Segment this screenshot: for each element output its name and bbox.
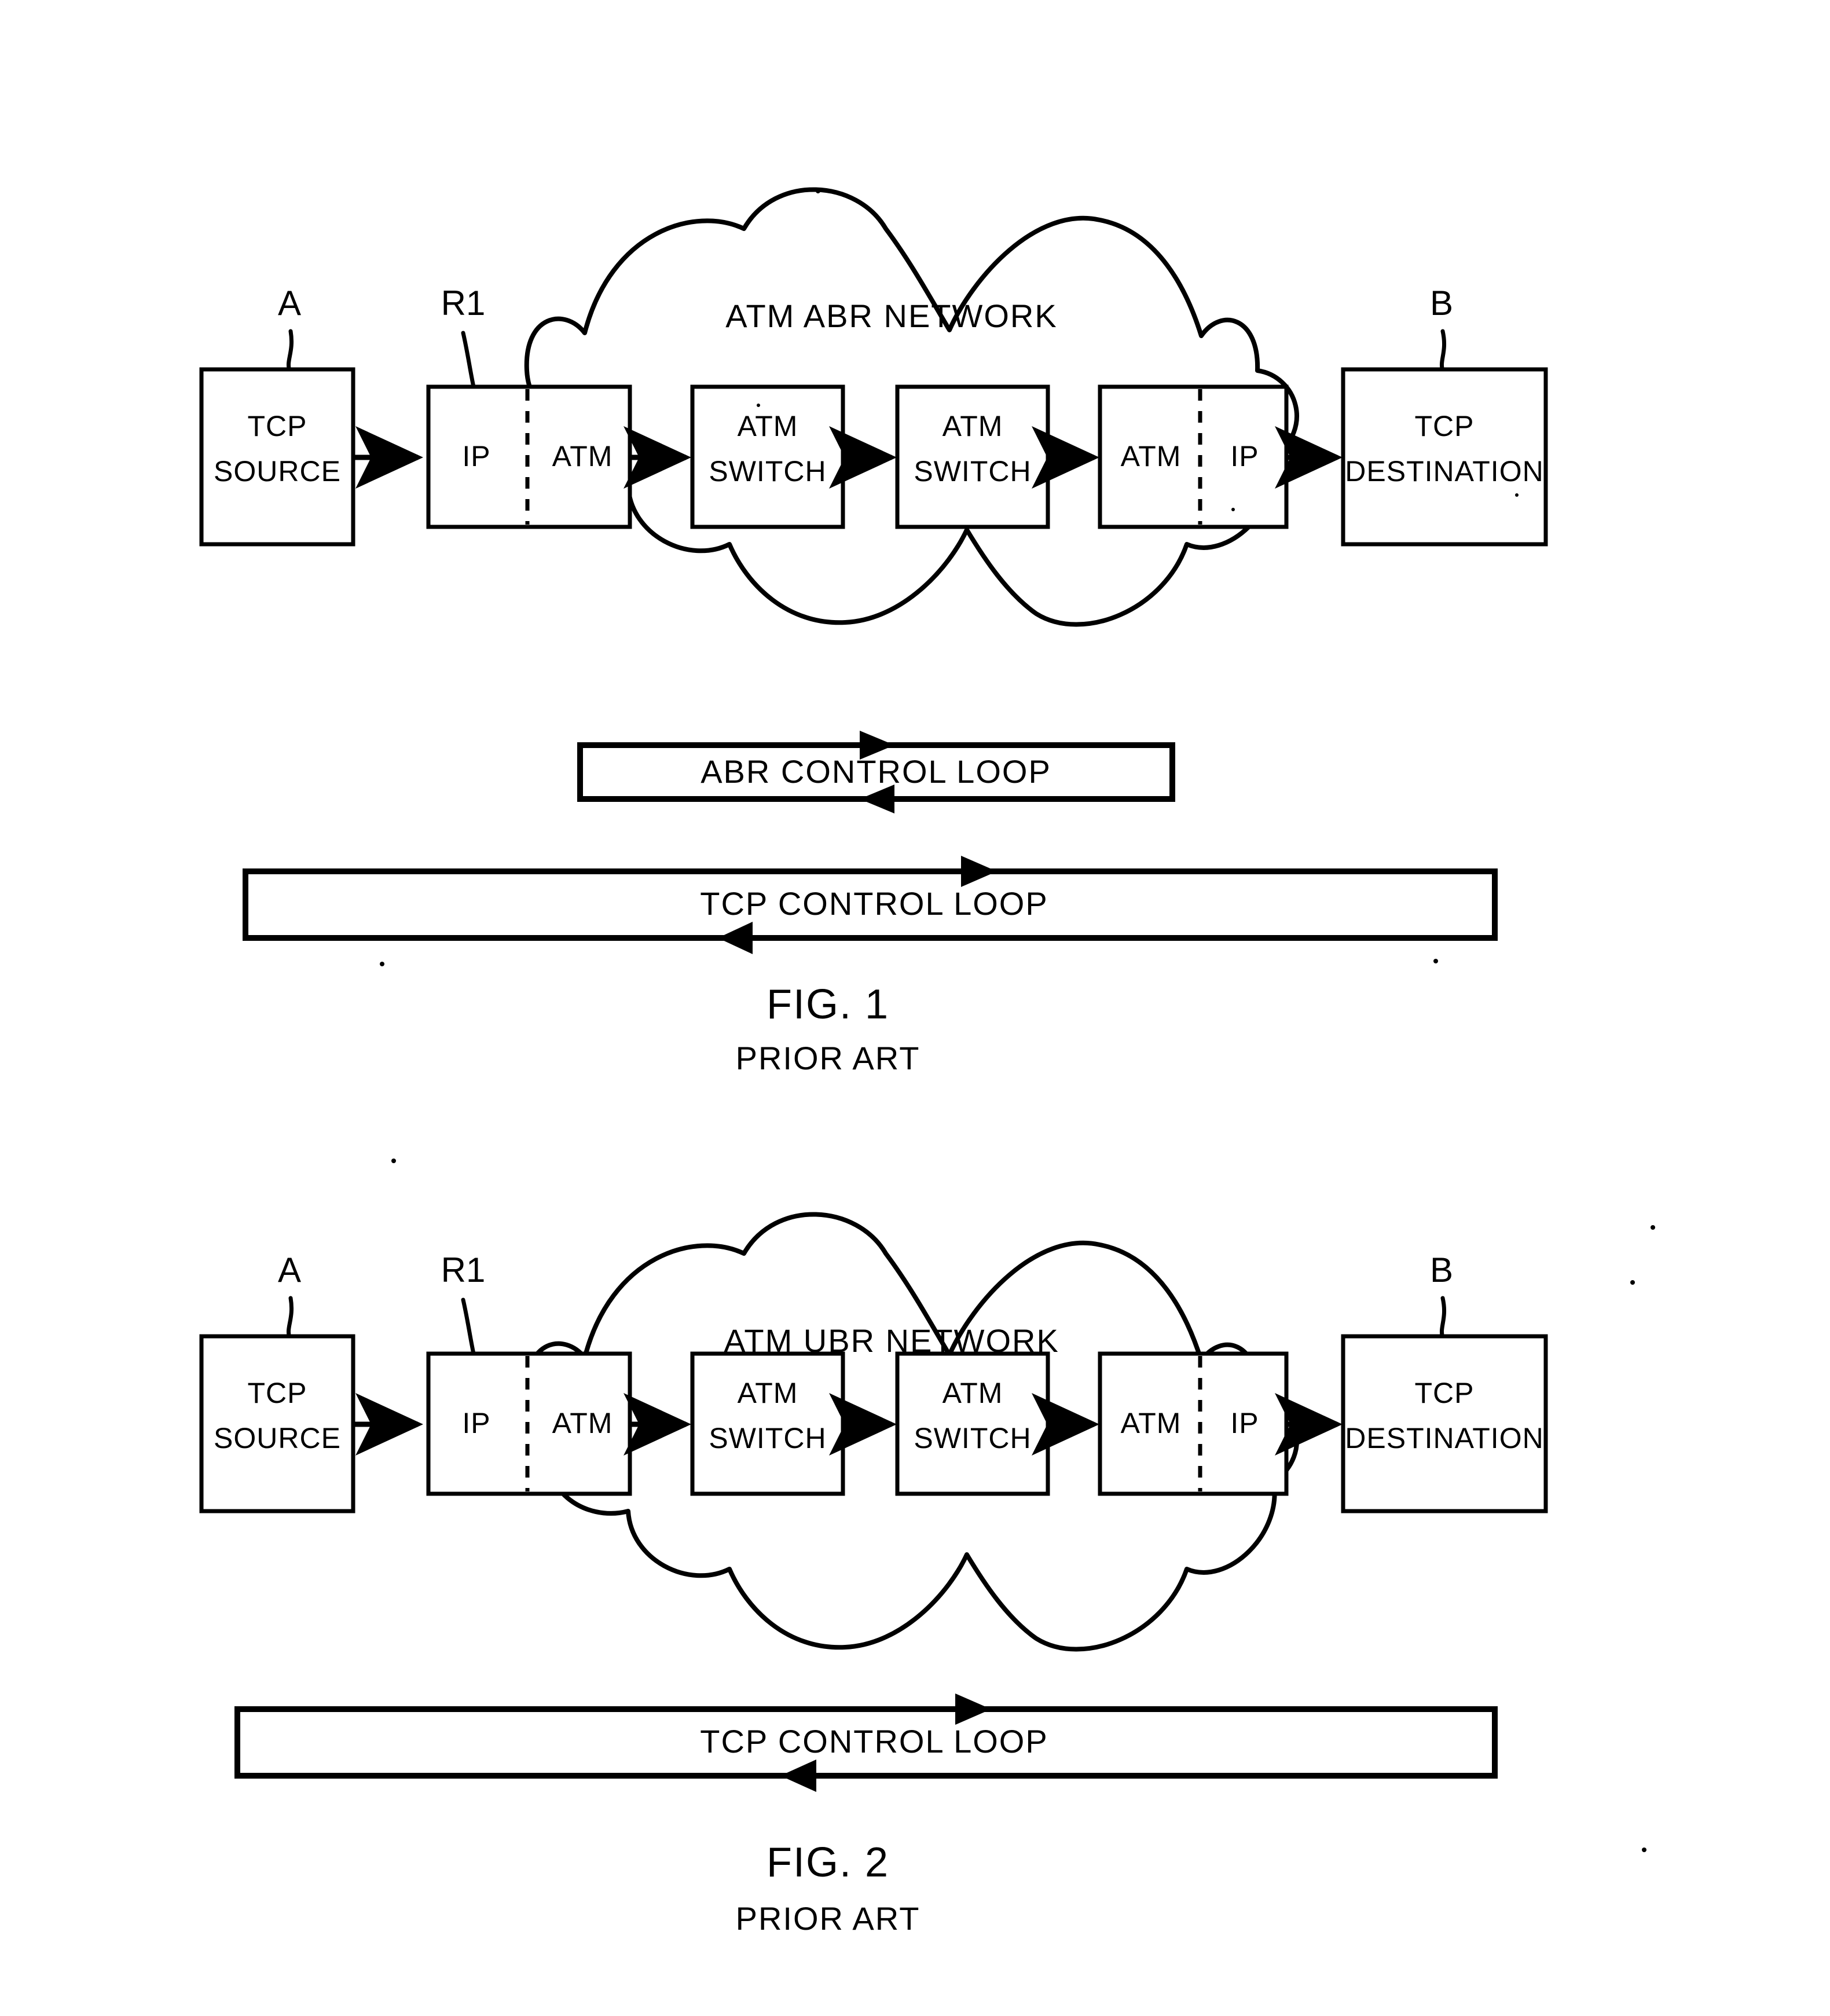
figure-1: ATM ABR NETWORK A R1 B TCP SOURCE IP ATM [199, 187, 1548, 1076]
scan-speck [1433, 959, 1438, 963]
node-label-line-1: TCP [1415, 1377, 1475, 1409]
node-label-line-1: ATM [942, 1377, 1003, 1409]
leader-line-b [1440, 329, 1447, 373]
node-label-line-1: ATM [738, 1377, 798, 1409]
reference-label-a: A [278, 284, 301, 322]
tcp-control-loop-fig2: TCP CONTROL LOOP [234, 1694, 1498, 1792]
node-atm-switch-1: ATM SWITCH [690, 1351, 845, 1496]
figures-canvas: ATM ABR NETWORK A R1 B TCP SOURCE IP ATM [199, 187, 1655, 1937]
node-atm-switch-2: ATM SWITCH [895, 384, 1050, 529]
scan-speck [816, 189, 820, 193]
node-label-line-2: DESTINATION [1345, 1422, 1543, 1454]
node-tcp-destination: TCP DESTINATION [1341, 1334, 1548, 1513]
node-label-line-2: SOURCE [214, 455, 341, 487]
figure-2: ATM UBR NETWORK A R1 B TCP SOURCE IP ATM [199, 1212, 1548, 1937]
scan-speck [1515, 493, 1519, 497]
loop-arrow-left [780, 1760, 816, 1792]
leader-line-r1 [461, 1297, 476, 1356]
node-atm-switch-1: ATM SWITCH [690, 384, 845, 529]
node-label-line-1: TCP [248, 1377, 307, 1409]
node-label-line-1: TCP [1415, 410, 1475, 442]
node-tcp-source: TCP SOURCE [199, 1334, 355, 1513]
loop-arrow-right [961, 856, 997, 887]
node-label-line-2: SWITCH [709, 1422, 826, 1454]
leader-line-r1 [461, 331, 476, 389]
scan-speck [1630, 1280, 1635, 1285]
node-edge-router-ingress: IP ATM [426, 1351, 632, 1496]
node-label-line-2: DESTINATION [1345, 455, 1543, 487]
loop-label: TCP CONTROL LOOP [700, 1723, 1048, 1760]
node-label-line-1: IP [462, 1407, 490, 1439]
figure-caption: FIG. 1 [767, 981, 889, 1028]
figure-subcaption: PRIOR ART [736, 1900, 920, 1937]
reference-label-r1: R1 [441, 284, 486, 322]
leader-line-a [287, 1296, 294, 1340]
patent-drawing-sheet: ATM ABR NETWORK A R1 B TCP SOURCE IP ATM [0, 0, 1830, 2016]
node-tcp-source: TCP SOURCE [199, 367, 355, 547]
node-label-line-2: IP [1230, 1407, 1259, 1439]
node-label-line-2: SWITCH [914, 455, 1031, 487]
abr-control-loop: ABR CONTROL LOOP [577, 731, 1175, 813]
loop-arrow-right [955, 1694, 991, 1725]
reference-label-b: B [1430, 1251, 1453, 1289]
node-label-line-1: ATM [738, 410, 798, 442]
node-label-line-1: ATM [942, 410, 1003, 442]
node-label-line-1: ATM [1121, 1407, 1182, 1439]
node-label-line-2: ATM [552, 440, 613, 472]
scan-speck [380, 962, 384, 966]
scan-speck [1651, 1225, 1655, 1230]
tcp-control-loop-fig1: TCP CONTROL LOOP [243, 856, 1498, 954]
reference-label-r1: R1 [441, 1251, 486, 1289]
scan-speck [391, 1159, 396, 1163]
leader-line-b [1440, 1296, 1447, 1340]
scan-speck [1642, 1848, 1646, 1852]
node-tcp-destination: TCP DESTINATION [1341, 367, 1548, 547]
node-label-line-1: ATM [1121, 440, 1182, 472]
leader-line-a [287, 329, 294, 373]
loop-label: ABR CONTROL LOOP [701, 753, 1051, 790]
loop-arrow-left [718, 922, 753, 954]
node-label-line-2: ATM [552, 1407, 613, 1439]
node-label-line-2: SWITCH [914, 1422, 1031, 1454]
figure-subcaption: PRIOR ART [736, 1040, 920, 1076]
node-label-line-2: IP [1230, 440, 1259, 472]
node-label-line-2: SWITCH [709, 455, 826, 487]
node-label-line-1: IP [462, 440, 490, 472]
reference-label-b: B [1430, 284, 1453, 322]
cloud-label: ATM ABR NETWORK [725, 298, 1057, 334]
node-label-line-1: TCP [248, 410, 307, 442]
scan-speck [757, 404, 760, 407]
loop-label: TCP CONTROL LOOP [700, 885, 1048, 922]
node-label-line-2: SOURCE [214, 1422, 341, 1454]
node-edge-router-egress: ATM IP [1098, 1351, 1289, 1496]
node-atm-switch-2: ATM SWITCH [895, 1351, 1050, 1496]
scan-speck [1231, 508, 1235, 511]
node-edge-router-egress: ATM IP [1098, 384, 1289, 529]
node-edge-router-ingress: IP ATM [426, 384, 632, 529]
figure-caption: FIG. 2 [767, 1839, 889, 1886]
reference-label-a: A [278, 1251, 301, 1289]
